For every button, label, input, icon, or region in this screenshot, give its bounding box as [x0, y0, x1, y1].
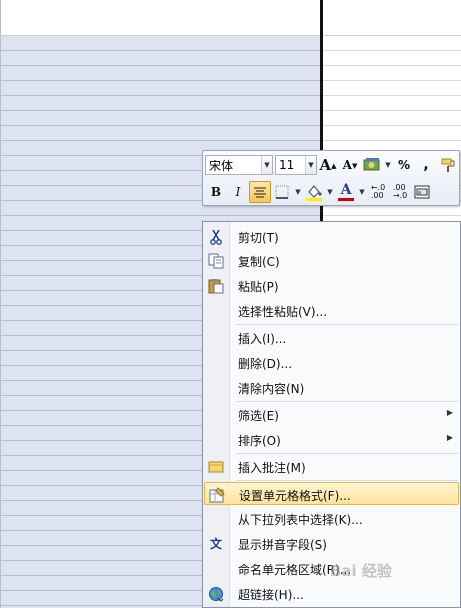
menu-item-label: 清除内容(N) — [238, 382, 305, 396]
menu-item-label: 筛选(E) — [238, 409, 279, 423]
italic-button[interactable]: I — [227, 181, 249, 203]
menu-item-filter[interactable]: 筛选(E) ▶ — [204, 403, 459, 426]
svg-text:a: a — [418, 190, 421, 196]
percent-icon: % — [397, 158, 411, 172]
chevron-down-icon[interactable]: ▼ — [357, 181, 367, 203]
scissors-icon — [207, 228, 225, 245]
increase-decimal-icon: ←.0.00 — [370, 183, 386, 200]
mini-toolbar-row-1: 宋体 ▼ 11 ▼ A ▲ A ▼ ▼ % , — [205, 153, 459, 177]
menu-separator — [236, 401, 458, 402]
comment-icon — [207, 458, 225, 475]
submenu-arrow-icon: ▶ — [446, 408, 453, 417]
shrink-font-button[interactable]: A ▼ — [339, 154, 361, 176]
bold-icon: B — [210, 185, 222, 199]
format-painter-icon — [441, 158, 455, 172]
menu-item-pick-from-list[interactable]: 从下拉列表中选择(K)... — [204, 507, 459, 530]
decrease-decimal-icon: .00 →.0 — [392, 183, 408, 200]
mini-toolbar: 宋体 ▼ 11 ▼ A ▲ A ▼ ▼ % , B I ▼ ▼ A ▼ ←.0 … — [202, 150, 460, 206]
phonetic-icon: 文 — [209, 537, 222, 551]
comma-icon: , — [423, 157, 429, 173]
decrease-decimal-button[interactable]: .00 →.0 — [389, 181, 411, 203]
menu-item-clear-contents[interactable]: 清除内容(N) — [204, 376, 459, 399]
menu-item-label: 从下拉列表中选择(K)... — [238, 513, 363, 527]
accounting-format-button[interactable] — [361, 154, 383, 176]
menu-item-label: 超链接(H)... — [238, 588, 304, 602]
copy-icon — [207, 252, 225, 269]
font-color-bar — [338, 198, 354, 201]
menu-item-insert[interactable]: 插入(I)... — [204, 326, 459, 349]
font-size-combo[interactable]: 11 ▼ — [275, 155, 317, 175]
menu-item-label: 粘贴(P) — [238, 280, 279, 294]
bold-button[interactable]: B — [205, 181, 227, 203]
menu-item-cut[interactable]: 剪切(T) — [204, 225, 459, 248]
grow-font-button[interactable]: A ▲ — [317, 154, 339, 176]
merge-cells-icon: a — [414, 185, 430, 199]
comma-button[interactable]: , — [415, 154, 437, 176]
chevron-down-icon[interactable]: ▼ — [261, 156, 272, 174]
menu-item-label: 插入批注(M) — [238, 461, 306, 475]
watermark: Bai 经验 — [330, 562, 392, 580]
menu-separator — [236, 324, 458, 325]
hyperlink-globe-icon — [207, 585, 225, 602]
menu-item-label: 显示拼音字段(S) — [238, 538, 327, 552]
font-name-value: 宋体 — [209, 158, 234, 173]
fill-color-icon — [306, 185, 322, 201]
format-cells-icon — [208, 486, 226, 503]
menu-item-paste-special[interactable]: 选择性粘贴(V)... — [204, 299, 459, 322]
grow-font-icon: A — [319, 156, 332, 174]
font-name-combo[interactable]: 宋体 ▼ — [205, 155, 273, 175]
format-painter-button[interactable] — [437, 154, 459, 176]
font-color-icon: A — [340, 182, 352, 198]
align-center-button[interactable] — [249, 181, 271, 203]
borders-icon — [275, 185, 289, 199]
borders-button[interactable] — [271, 181, 293, 203]
align-center-icon — [254, 187, 266, 198]
menu-item-label: 复制(C) — [238, 255, 280, 269]
menu-item-label: 剪切(T) — [238, 231, 279, 245]
mini-toolbar-row-2: B I ▼ ▼ A ▼ ←.0 .00 .00 →.0 a — [205, 180, 433, 204]
submenu-arrow-icon: ▶ — [446, 433, 453, 442]
currency-icon — [363, 158, 380, 171]
context-menu: 剪切(T) 复制(C) 粘贴(P) 选择性粘贴(V)... 插入(I)... 删… — [202, 221, 461, 608]
menu-item-format-cells[interactable]: 设置单元格格式(F)... — [204, 482, 459, 505]
shrink-font-icon: A — [342, 158, 352, 172]
menu-item-label: 插入(I)... — [238, 332, 287, 346]
menu-item-sort[interactable]: 排序(O) ▶ — [204, 428, 459, 451]
chevron-down-icon[interactable]: ▼ — [383, 154, 393, 176]
percent-button[interactable]: % — [393, 154, 415, 176]
menu-item-delete[interactable]: 删除(D)... — [204, 351, 459, 374]
column-edge — [0, 0, 1, 608]
menu-item-hyperlink[interactable]: 超链接(H)... — [204, 582, 459, 605]
chevron-down-icon[interactable]: ▼ — [293, 181, 303, 203]
italic-icon: I — [235, 185, 241, 199]
menu-item-label: 设置单元格格式(F)... — [239, 489, 351, 503]
menu-item-insert-comment[interactable]: 插入批注(M) — [204, 455, 459, 478]
chevron-down-icon[interactable]: ▼ — [305, 156, 316, 174]
paste-icon — [207, 277, 225, 294]
menu-item-label: 排序(O) — [238, 434, 281, 448]
chevron-down-icon[interactable]: ▼ — [325, 181, 335, 203]
menu-item-paste[interactable]: 粘贴(P) — [204, 274, 459, 297]
menu-separator — [236, 480, 458, 481]
menu-item-phonetic[interactable]: 文 显示拼音字段(S) — [204, 532, 459, 555]
font-size-value: 11 — [279, 158, 295, 172]
menu-separator — [236, 453, 458, 454]
menu-item-copy[interactable]: 复制(C) — [204, 249, 459, 272]
font-color-button[interactable]: A — [335, 181, 357, 203]
increase-decimal-button[interactable]: ←.0.00 — [367, 181, 389, 203]
merge-cells-button[interactable]: a — [411, 181, 433, 203]
menu-item-label: 删除(D)... — [238, 357, 293, 371]
fill-color-button[interactable] — [303, 181, 325, 203]
menu-item-label: 选择性粘贴(V)... — [238, 305, 328, 319]
